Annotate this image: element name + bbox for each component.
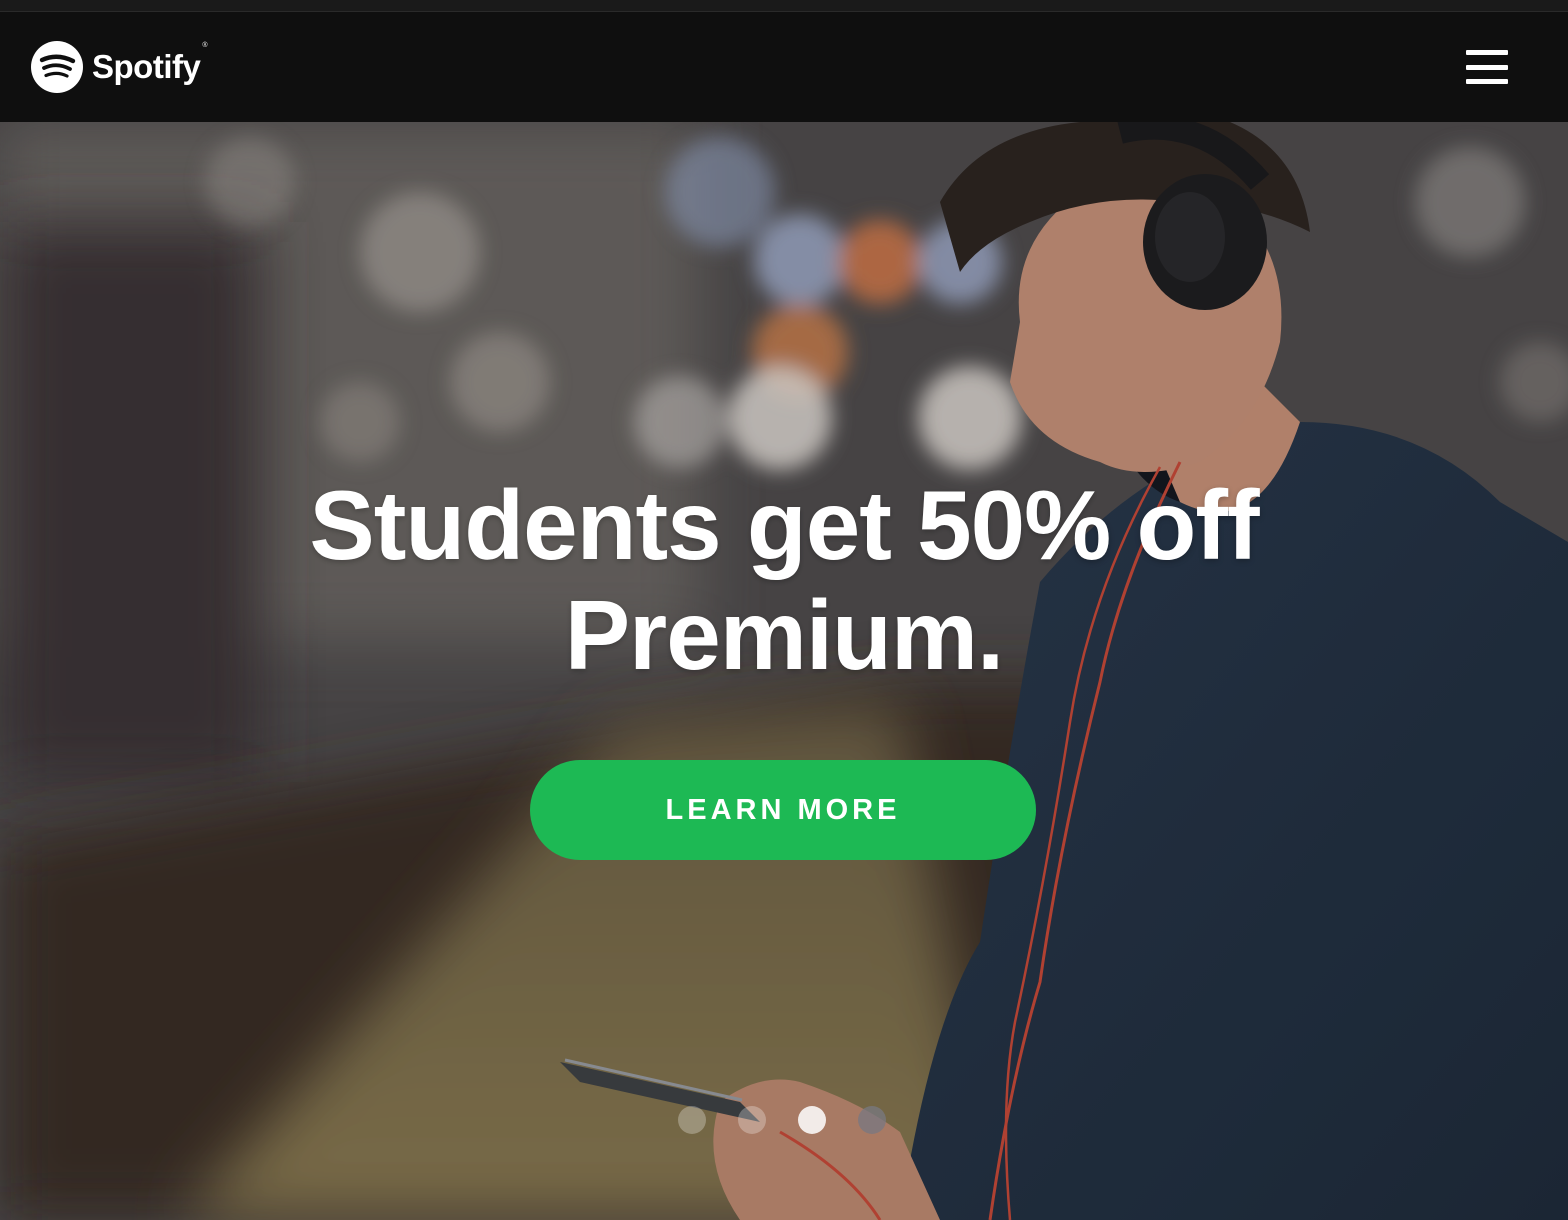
hamburger-menu-icon[interactable] [1464,47,1510,87]
carousel-dots [678,1106,886,1134]
spotify-logo-icon [31,41,83,93]
menu-bar [1466,50,1508,55]
hero-section: Students get 50% off Premium. LEARN MORE [0,122,1568,1220]
hero-headline: Students get 50% off Premium. [0,470,1568,690]
logo-wordmark: Spotify [92,48,201,85]
headline-line-2: Premium. [564,580,1005,690]
carousel-dot-1[interactable] [678,1106,706,1134]
spotify-logo[interactable]: Spotify ® [30,40,208,94]
page: Spotify ® Students get 50% off Premium. … [0,0,1568,1220]
headline-line-1: Students get 50% off [309,470,1259,580]
learn-more-button[interactable]: LEARN MORE [530,760,1036,860]
carousel-dot-2[interactable] [738,1106,766,1134]
logo-trademark: ® [202,42,208,49]
carousel-dot-4[interactable] [858,1106,886,1134]
menu-bar [1466,79,1508,84]
site-header: Spotify ® [0,12,1568,122]
carousel-dot-3[interactable] [798,1106,826,1134]
top-strip [0,0,1568,12]
menu-bar [1466,64,1508,70]
